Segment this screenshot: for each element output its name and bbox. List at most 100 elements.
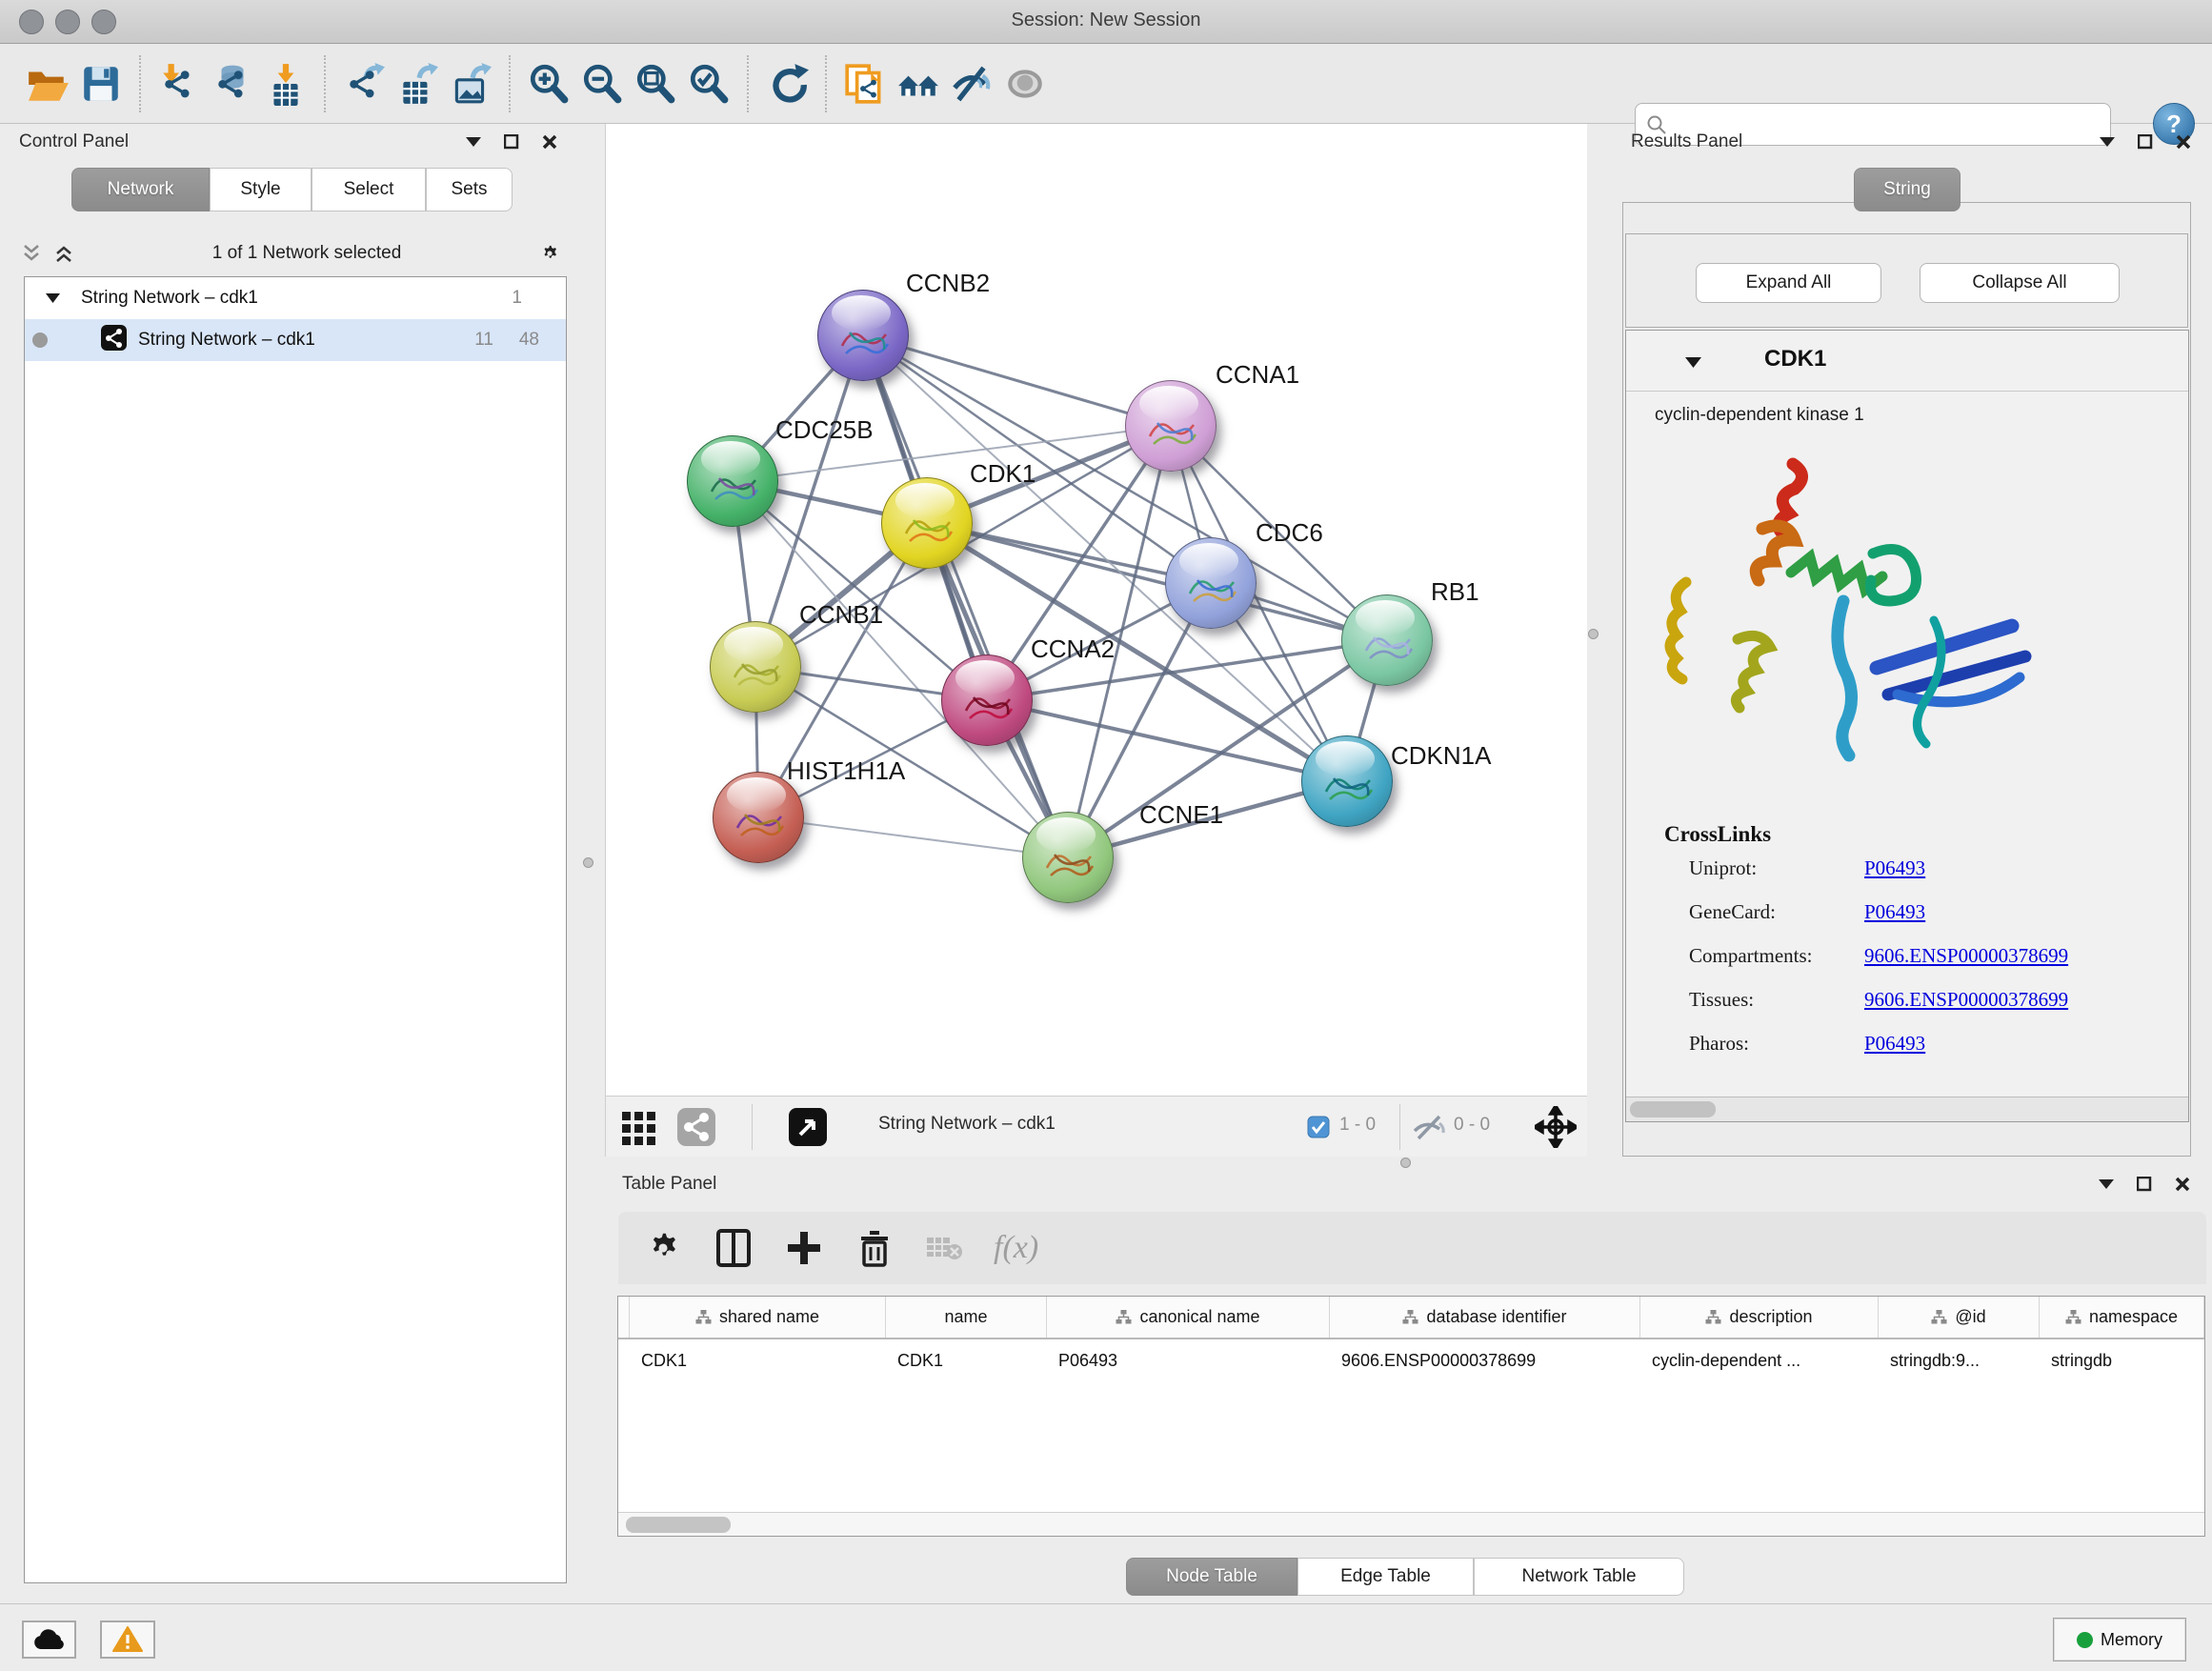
refresh-button[interactable] [760,53,814,114]
warnings-button[interactable] [100,1621,155,1659]
panel-float-icon[interactable] [501,131,522,152]
gear-icon[interactable] [539,243,560,264]
right-splitter-handle[interactable] [1588,629,1599,639]
node-CCNB1[interactable] [710,621,801,713]
column-header-namespace[interactable]: namespace [2040,1297,2204,1338]
export-network-button[interactable] [337,53,391,114]
panel-menu-icon[interactable] [2096,1174,2117,1195]
tab-style[interactable]: Style [210,168,312,211]
node-CCNA1[interactable] [1125,380,1217,472]
copy-session-button[interactable] [838,53,892,114]
node-CDC25B[interactable] [687,435,778,527]
edge-CCNA2-CDKN1A[interactable] [987,700,1347,781]
crosslink-link[interactable]: 9606.ENSP00000378699 [1864,988,2068,1012]
crosslink-link[interactable]: P06493 [1864,856,1925,880]
grid-view-icon[interactable] [620,1108,658,1151]
node-CDKN1A[interactable] [1301,735,1393,827]
table-row[interactable]: CDK1CDK1P064939606.ENSP00000378699cyclin… [618,1341,2204,1379]
column-type-icon [695,1310,712,1325]
node-RB1[interactable] [1341,594,1433,686]
import-database-button[interactable] [206,53,259,114]
column-header-canonical-name[interactable]: canonical name [1047,1297,1330,1338]
tab-edge-table[interactable]: Edge Table [1297,1558,1474,1596]
crosslink-link[interactable]: 9606.ENSP00000378699 [1864,944,2068,968]
cell--id[interactable]: stringdb:9... [1879,1341,2040,1379]
export-table-button[interactable] [391,53,444,114]
crosslink-link[interactable]: P06493 [1864,1032,1925,1056]
column-header-description[interactable]: description [1640,1297,1879,1338]
network-row[interactable]: String Network – cdk1 11 48 [25,319,566,361]
network-canvas[interactable]: CCNB2CCNA1CDC25BCDK1CDC6RB1CCNB1CCNA2CDK… [605,124,1587,1096]
cell-shared-name[interactable]: CDK1 [630,1341,886,1379]
zoom-fit-button[interactable] [629,53,682,114]
cell-namespace[interactable]: stringdb [2040,1341,2204,1379]
import-network-button[interactable] [152,53,206,114]
panel-close-icon[interactable] [2172,1174,2193,1195]
cell-canonical-name[interactable]: P06493 [1047,1341,1330,1379]
show-all-button[interactable] [998,53,1052,114]
panel-close-icon[interactable] [539,131,560,152]
show-columns-icon[interactable] [712,1226,755,1270]
panel-close-icon[interactable] [2173,131,2194,152]
save-button[interactable] [74,53,128,114]
tab-sets[interactable]: Sets [426,168,513,211]
share-view-icon[interactable] [675,1106,717,1153]
hide-selected-button[interactable] [945,53,998,114]
first-neighbors-button[interactable] [892,53,945,114]
tab-node-table[interactable]: Node Table [1126,1558,1297,1596]
hidden-eye-icon[interactable] [1411,1114,1447,1145]
collapse-all-button[interactable]: Collapse All [1920,263,2120,303]
gene-card-header[interactable]: CDK1 [1626,331,2188,392]
crosslink-link[interactable]: P06493 [1864,900,1925,924]
open-folder-button[interactable] [21,53,74,114]
memory-button[interactable]: Memory [2053,1618,2186,1661]
delete-column-icon[interactable] [853,1226,896,1270]
export-image-button[interactable] [444,53,497,114]
control-panel: Control Panel NetworkStyleSelectSets 1 o… [8,124,591,1603]
table-hscroll-thumb[interactable] [626,1517,731,1533]
zoom-selected-button[interactable] [682,53,735,114]
cloud-button[interactable] [22,1621,76,1659]
birds-eye-icon[interactable] [1535,1106,1577,1153]
results-hscroll-thumb[interactable] [1630,1101,1716,1117]
column-header--id[interactable]: @id [1879,1297,2040,1338]
cell-name[interactable]: CDK1 [886,1341,1047,1379]
cell-description[interactable]: cyclin-dependent ... [1640,1341,1879,1379]
network-collection-row[interactable]: String Network – cdk1 1 [25,277,566,319]
horizontal-splitter-handle[interactable] [1400,1158,1411,1168]
collection-expand-icon[interactable] [46,288,60,309]
table-gear-icon[interactable] [641,1226,685,1270]
tab-network-table[interactable]: Network Table [1474,1558,1684,1596]
column-header-name[interactable]: name [886,1297,1047,1338]
collapse-triangle-icon[interactable] [1685,355,1701,372]
panel-menu-icon[interactable] [463,131,484,152]
expand-all-icon[interactable] [53,243,74,264]
panel-float-icon[interactable] [2134,1174,2155,1195]
node-CCNA2[interactable] [941,654,1033,746]
expand-all-button[interactable]: Expand All [1696,263,1881,303]
column-header-shared-name[interactable]: shared name [630,1297,886,1338]
tab-network[interactable]: Network [71,168,210,211]
tab-string[interactable]: String [1854,168,1961,211]
collapse-all-icon[interactable] [21,243,42,264]
add-column-icon[interactable] [782,1226,826,1270]
cell-database-identifier[interactable]: 9606.ENSP00000378699 [1330,1341,1640,1379]
selected-checkbox-icon[interactable] [1307,1116,1330,1143]
panel-menu-icon[interactable] [2097,131,2118,152]
node-CDC6[interactable] [1165,537,1257,629]
column-header-database-identifier[interactable]: database identifier [1330,1297,1640,1338]
node-CDK1[interactable] [881,477,973,569]
panel-float-icon[interactable] [2135,131,2156,152]
zoom-out-button[interactable] [575,53,629,114]
node-CCNB2[interactable] [817,290,909,381]
results-hscrollbar[interactable] [1626,1097,2188,1121]
table-hscrollbar[interactable] [618,1512,2204,1536]
tab-select[interactable]: Select [312,168,426,211]
left-splitter-handle[interactable] [583,857,593,868]
edge-CCNB2-CCNA1[interactable] [863,335,1171,426]
edge-HIST1H1A-CCNE1[interactable] [758,817,1068,857]
always-show-graphics-icon[interactable] [787,1106,829,1153]
node-CCNE1[interactable] [1022,812,1114,903]
import-table-button[interactable] [259,53,312,114]
zoom-in-button[interactable] [522,53,575,114]
